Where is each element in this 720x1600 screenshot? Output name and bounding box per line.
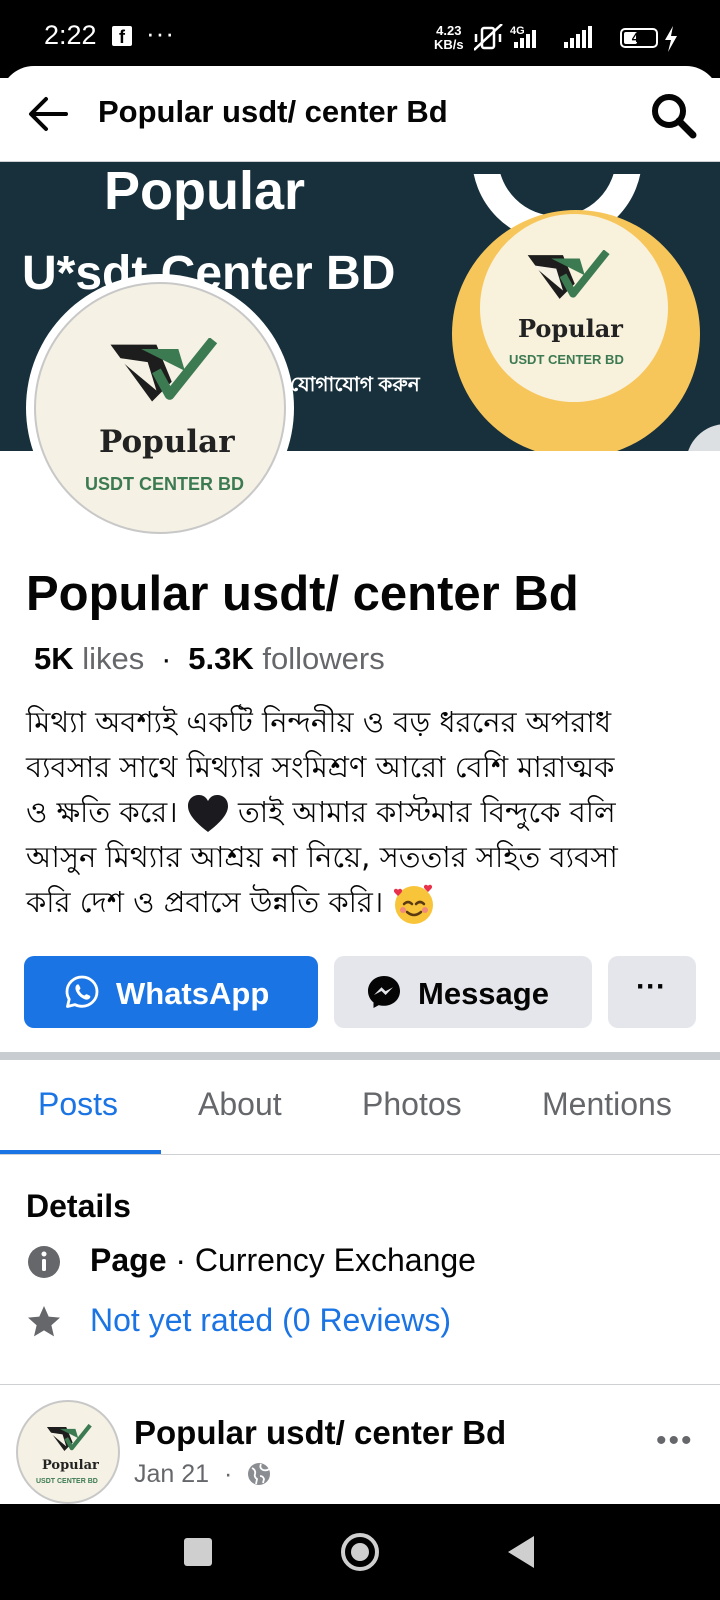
vibrate-off-icon [474,24,503,51]
whatsapp-button-label: WhatsApp [116,976,270,1011]
avatar-word: Popular [99,424,235,460]
cover-badge-sub: USDT CENTER BD [509,352,624,367]
page-type-value: Currency Exchange [194,1242,476,1278]
info-icon [28,1246,60,1278]
signal-icons: 4G [474,24,592,51]
logo-emblem-icon [46,1424,92,1451]
bio-line: আসুন মিথ্যার আশ্রয় না নিয়ে, সততার সহিত… [26,840,618,874]
network-type: 4G [510,25,525,37]
charging-bolt-icon [665,26,677,52]
more-actions-button[interactable]: ··· [608,956,696,1028]
smiling-face-with-hearts-icon [394,884,434,924]
page-name: Popular usdt/ center Bd [26,567,579,621]
profile-avatar[interactable]: Popular USDT CENTER BD [26,274,294,542]
star-icon [28,1306,60,1337]
whatsapp-icon [65,975,99,1008]
rating-link[interactable]: Not yet rated (0 Reviews) [90,1302,451,1339]
page-type-text: Page · Currency Exchange [90,1242,476,1279]
search-icon[interactable] [648,90,698,140]
messenger-icon [368,976,400,1008]
details-heading: Details [26,1188,131,1224]
tab-posts[interactable]: Posts [38,1086,118,1123]
followers-count: 5.3K [188,641,254,676]
cell-signal-2-icon [564,26,592,48]
cover-badge-word: Popular [518,314,623,343]
bio-line-part: করি দেশ ও প্রবাসে উন্নতি করি। [26,885,384,919]
cover-badge: Popular USDT CENTER BD [480,214,668,402]
post-options-icon[interactable]: ••• [656,1424,694,1458]
home-circle-icon[interactable] [340,1532,380,1572]
post-author-name[interactable]: Popular usdt/ center Bd [134,1414,506,1452]
battery-icon: 42 [620,28,658,48]
network-speed: 4.23 KB/s [434,24,464,52]
cover-text-line1: Popular [104,162,306,221]
details-page-type: Page · Currency Exchange [0,1240,720,1284]
page-tabs: Posts About Photos Mentions [0,1060,720,1155]
recents-square-icon[interactable] [178,1532,218,1572]
post-avatar-word: Popular [42,1458,99,1473]
post-meta: Jan 21 · [134,1460,271,1489]
cover-decor-arc [686,424,720,451]
logo-emblem-icon [110,338,218,402]
back-triangle-icon[interactable] [502,1532,542,1572]
black-heart-icon [187,795,228,832]
facebook-icon: f [112,26,132,47]
page-type-separator: · [166,1242,195,1278]
bio-line: ও ক্ষতি করে। তাই আমার কাস্টমার বিন্দুকে … [26,790,696,835]
followers-label[interactable]: followers [262,641,384,676]
tab-photos[interactable]: Photos [362,1086,462,1123]
post-meta-separator: · [224,1460,233,1488]
more-notifications-icon: ··· [146,18,175,48]
details-rating[interactable]: Not yet rated (0 Reviews) [0,1300,720,1344]
battery-level: 42 [631,30,647,45]
likes-count: 5K [34,641,74,676]
bio-line: করি দেশ ও প্রবাসে উন্নতি করি। [26,880,696,926]
divider [0,1384,720,1385]
bio-line: ব্যবসার সাথে মিথ্যার সংমিশ্রণ আরো বেশি ম… [26,750,615,784]
page-stats: 5K likes · 5.3K followers [34,641,385,677]
profile-avatar-image: Popular USDT CENTER BD [34,282,286,534]
top-app-bar: Popular usdt/ center Bd [0,66,720,162]
cover-text-line3: যোগাযোগ করুন [290,374,420,396]
message-button-label: Message [418,976,549,1011]
page-type-label: Page [90,1242,167,1278]
page-bio: মিথ্যা অবশ্যই একটি নিন্দনীয় ও বড় ধরনের… [26,700,696,926]
whatsapp-button[interactable]: WhatsApp [24,956,318,1028]
network-speed-value: 4.23 [436,23,462,38]
tab-mentions[interactable]: Mentions [542,1086,672,1123]
tab-about[interactable]: About [198,1086,282,1123]
back-arrow-icon[interactable] [26,92,70,136]
network-speed-unit: KB/s [434,37,464,52]
post-author-avatar[interactable]: Popular USDT CENTER BD [16,1400,120,1504]
bio-line-part: তাই আমার কাস্টমার বিন্দুকে বলি [238,795,616,829]
globe-icon [248,1463,271,1485]
system-nav-bar [0,1504,720,1600]
avatar-sub: USDT CENTER BD [85,474,245,494]
bio-line-part: ও ক্ষতি করে। [26,795,178,829]
logo-emblem-icon [527,250,610,299]
post-date[interactable]: Jan 21 [134,1460,209,1488]
bio-line: মিথ্যা অবশ্যই একটি নিন্দনীয় ও বড় ধরনের… [26,705,612,739]
post-avatar-sub: USDT CENTER BD [36,1478,98,1485]
status-time: 2:22 [44,20,97,50]
section-divider [0,1052,720,1060]
more-actions-icon: ··· [636,970,666,1003]
stats-separator: · [161,641,172,676]
likes-label[interactable]: likes [82,641,144,676]
active-tab-indicator [0,1150,161,1154]
header-title: Popular usdt/ center Bd [98,94,448,129]
message-button[interactable]: Message [334,956,592,1028]
